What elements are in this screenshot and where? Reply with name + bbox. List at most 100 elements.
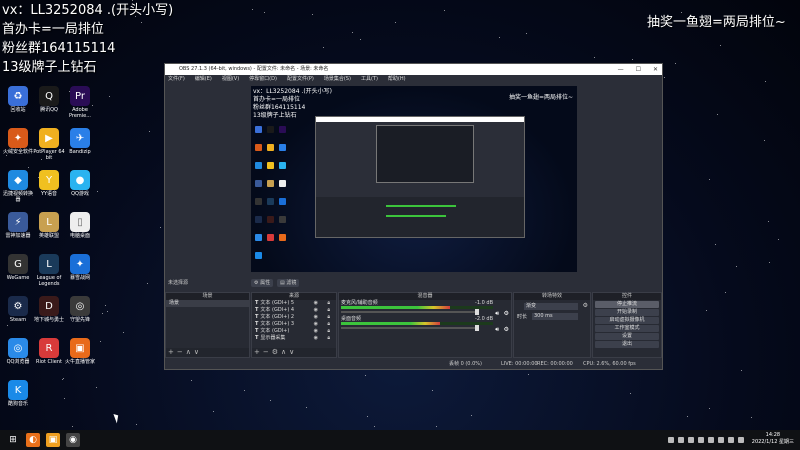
obs-window[interactable]: OBS 27.1.3 (64-bit, windows) - 配置文件: 未命名…: [164, 63, 663, 370]
duration-input[interactable]: 300 ms: [532, 313, 578, 320]
move-up-icon[interactable]: ∧: [281, 348, 289, 356]
control-button[interactable]: 启动虚拟摄像机: [595, 317, 659, 324]
lock-icon[interactable]: 🔒︎: [327, 335, 330, 342]
desktop-icon[interactable]: ✈ Bandizip: [64, 128, 96, 155]
lock-icon[interactable]: 🔒︎: [327, 307, 330, 314]
desktop-icon-label: Steam: [9, 317, 27, 323]
tray-icon[interactable]: [698, 437, 704, 443]
desktop-icon[interactable]: D 地下城与勇士: [33, 296, 65, 323]
transition-settings-icon[interactable]: ⚙: [583, 302, 588, 309]
eye-icon[interactable]: ◉: [314, 307, 318, 314]
source-item[interactable]: T 文本 (GDI+) 5 ◉ 🔒︎: [252, 300, 336, 307]
desktop-icon[interactable]: Pr Adobe Premie...: [64, 86, 96, 119]
desktop-icon[interactable]: L League of Legends: [33, 254, 65, 287]
desktop-icon[interactable]: L 英雄联盟: [33, 212, 65, 239]
scene-item[interactable]: 场景: [166, 300, 249, 307]
eye-icon[interactable]: ◉: [314, 328, 318, 335]
tray-icon[interactable]: [668, 437, 674, 443]
tray-icon[interactable]: [708, 437, 714, 443]
source-item[interactable]: T 文本 (GDI+) 2 ◉ 🔒︎: [252, 314, 336, 321]
lock-icon[interactable]: 🔒︎: [327, 321, 330, 328]
volume-slider[interactable]: [341, 325, 479, 331]
source-item[interactable]: T 文本 (GDI+) 4 ◉ 🔒︎: [252, 307, 336, 314]
minimize-icon[interactable]: —: [618, 64, 624, 75]
nested-icon: [267, 144, 274, 151]
menu-item[interactable]: 编辑(E): [195, 75, 212, 84]
transition-select[interactable]: 渐变: [524, 303, 578, 310]
desktop-icon[interactable]: ♻ 回收站: [2, 86, 34, 113]
desktop-icon[interactable]: ✦ 火绒安全软件: [2, 128, 34, 155]
menu-item[interactable]: 配置文件(P): [287, 75, 314, 84]
desktop-icon[interactable]: ▶ PotPlayer 64 bit: [33, 128, 65, 161]
taskbar-obs-icon[interactable]: ◉: [66, 433, 80, 447]
desktop-app-icon: ▯: [70, 212, 90, 232]
desktop-icon[interactable]: ✦ 暴雪战网: [64, 254, 96, 281]
menu-item[interactable]: 停靠窗口(D): [249, 75, 277, 84]
desktop-icon[interactable]: K 酷狗音乐: [2, 380, 34, 407]
properties-button[interactable]: ⚙ 属性: [251, 279, 274, 287]
desktop-icon[interactable]: ◎ 守望先锋: [64, 296, 96, 323]
desktop-icon[interactable]: G WeGame: [2, 254, 34, 281]
eye-icon[interactable]: ◉: [314, 321, 318, 328]
source-item[interactable]: T 显示器采集 ◉ 🔒︎: [252, 335, 336, 342]
tray-icon[interactable]: [718, 437, 724, 443]
menu-item[interactable]: 文件(F): [168, 75, 185, 84]
control-button[interactable]: 退出: [595, 341, 659, 348]
nested-icon: [255, 252, 262, 259]
desktop-icon[interactable]: ⚙ Steam: [2, 296, 34, 323]
eye-icon[interactable]: ◉: [314, 314, 318, 321]
lock-icon[interactable]: 🔒︎: [327, 328, 330, 335]
windows-start-icon[interactable]: ⊞: [6, 433, 20, 447]
desktop-icon[interactable]: Q 腾讯QQ: [33, 86, 65, 113]
close-icon[interactable]: ✕: [653, 64, 658, 75]
obs-titlebar[interactable]: OBS 27.1.3 (64-bit, windows) - 配置文件: 未命名…: [165, 64, 662, 75]
control-button[interactable]: 停止推流: [595, 301, 659, 308]
menu-item[interactable]: 视图(V): [222, 75, 239, 84]
lock-icon[interactable]: 🔒︎: [327, 300, 330, 307]
taskbar-app-icon[interactable]: ◐: [26, 433, 40, 447]
add-icon[interactable]: +: [168, 348, 177, 356]
desktop-icon[interactable]: R Riot Client: [33, 338, 65, 365]
taskbar-folder-icon[interactable]: ▣: [46, 433, 60, 447]
settings-icon[interactable]: ⚙: [504, 326, 509, 333]
sources-footer[interactable]: +−⚙∧∨: [252, 348, 336, 357]
volume-meter: [341, 322, 493, 325]
desktop-icon[interactable]: ▯ 电脑桌面: [64, 212, 96, 239]
move-down-icon[interactable]: ∨: [194, 348, 202, 356]
remove-icon[interactable]: −: [263, 348, 272, 356]
remove-icon[interactable]: −: [177, 348, 186, 356]
settings-icon[interactable]: ⚙: [272, 348, 281, 356]
eye-icon[interactable]: ◉: [314, 335, 318, 342]
source-item[interactable]: T 文本 (GDI+) 3 ◉ 🔒︎: [252, 321, 336, 328]
tray-icon[interactable]: [678, 437, 684, 443]
eye-icon[interactable]: ◉: [314, 300, 318, 307]
tray-icon[interactable]: [728, 437, 734, 443]
desktop-icon[interactable]: Y YY语音: [33, 170, 65, 197]
desktop-icon[interactable]: ◎ QQ浏览器: [2, 338, 34, 365]
speaker-icon[interactable]: 🔊︎: [495, 326, 499, 334]
menu-item[interactable]: 场景集合(S): [324, 75, 351, 84]
desktop-icon[interactable]: ◆ 迅捷视频转换器: [2, 170, 34, 203]
move-up-icon[interactable]: ∧: [186, 348, 194, 356]
obs-preview[interactable]: vx：LL3252084 .(开头小写) 首办卡=一局排位 粉丝群1641151…: [251, 86, 577, 272]
desktop-icon[interactable]: ▣ 火牛直播管家: [64, 338, 96, 365]
menu-item[interactable]: 工具(T): [361, 75, 378, 84]
tray-icon[interactable]: [688, 437, 694, 443]
taskbar-clock[interactable]: 14:28 2022/1/12 星期三: [752, 432, 794, 446]
tray-icon[interactable]: [738, 437, 744, 443]
move-down-icon[interactable]: ∨: [289, 348, 297, 356]
star: [6, 325, 8, 327]
desktop-icon[interactable]: ● QQ游戏: [64, 170, 96, 197]
menu-item[interactable]: 帮助(H): [388, 75, 406, 84]
add-icon[interactable]: +: [254, 348, 263, 356]
maximize-icon[interactable]: ☐: [636, 64, 641, 75]
volume-slider[interactable]: [341, 309, 479, 315]
control-button[interactable]: 开始录制: [595, 309, 659, 316]
lock-icon[interactable]: 🔒︎: [327, 314, 330, 321]
control-button[interactable]: 工作室模式: [595, 325, 659, 332]
source-item[interactable]: T 文本 (GDI+) ◉ 🔒︎: [252, 328, 336, 335]
control-button[interactable]: 设置: [595, 333, 659, 340]
desktop-icon[interactable]: ⚡ 雷神加速器: [2, 212, 34, 239]
scenes-footer[interactable]: +−∧∨: [166, 348, 249, 357]
filters-button[interactable]: ▤ 滤镜: [277, 279, 300, 287]
